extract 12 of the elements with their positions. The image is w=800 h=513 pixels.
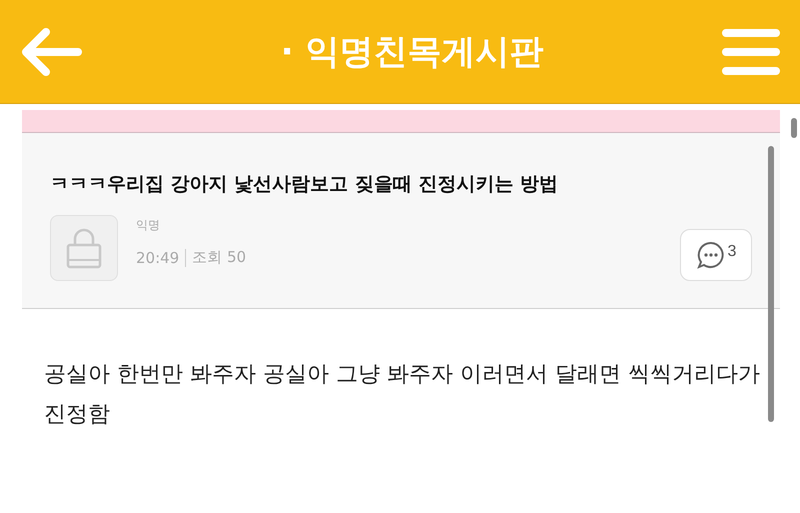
post-time: 20:49 xyxy=(136,248,180,266)
speech-bubble-icon xyxy=(696,240,726,270)
view-count: 조회 50 xyxy=(192,248,246,267)
menu-button[interactable] xyxy=(722,28,780,76)
scrollbar xyxy=(791,118,797,138)
comment-button[interactable]: 3 xyxy=(680,229,752,281)
author-name: 익명 xyxy=(136,217,161,234)
post-title: ㅋㅋㅋ우리집 강아지 낯선사람보고 짖을때 진정시키는 방법 xyxy=(50,172,560,197)
menu-icon xyxy=(722,28,780,76)
board-title: · 익명친목게시판 xyxy=(280,30,544,74)
lock-avatar-icon xyxy=(50,215,118,281)
post-body: 공실아 한번만 봐주자 공실아 그냥 봐주자 이러면서 달래면 씩씩거리다가 진정함 xyxy=(44,361,761,429)
